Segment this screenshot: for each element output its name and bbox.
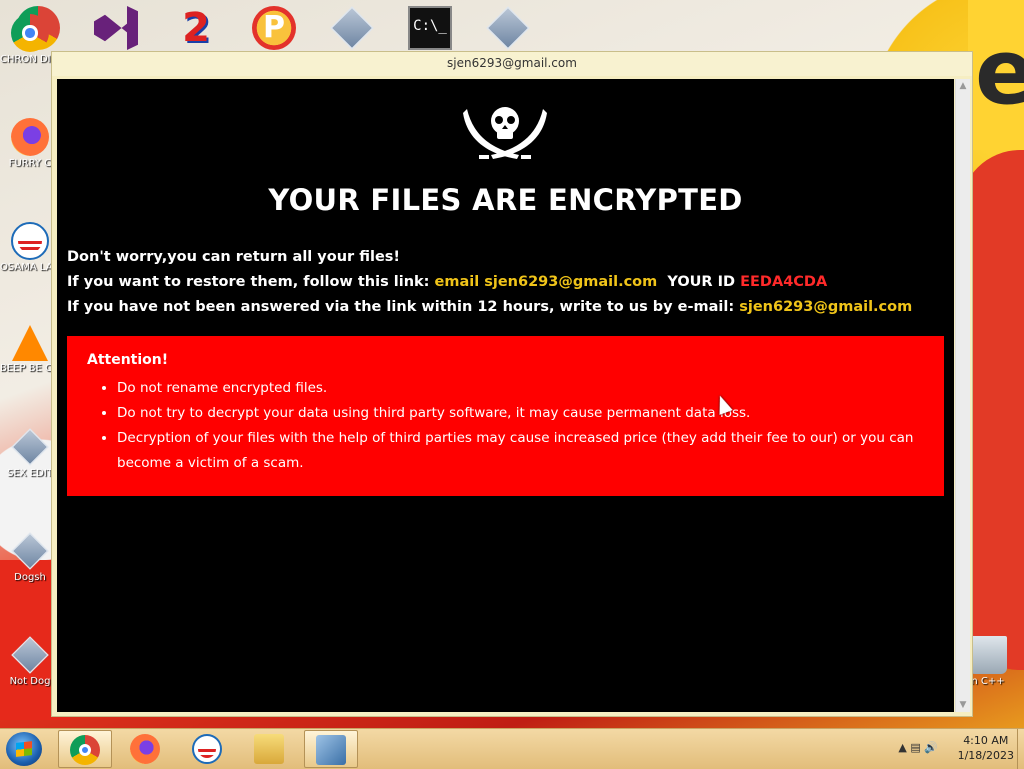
desktop-icon-p[interactable]: P — [248, 6, 300, 54]
taskbar-installer[interactable] — [304, 730, 358, 768]
vlc-icon — [12, 325, 48, 361]
taskbar-explorer[interactable] — [242, 730, 296, 768]
firefox-icon — [11, 118, 49, 156]
chrome-icon — [11, 14, 49, 52]
start-button[interactable] — [6, 732, 42, 766]
file-icon — [486, 6, 530, 50]
firefox-icon — [130, 734, 160, 764]
window-title: sjen6293@gmail.com — [52, 52, 972, 76]
two-icon: 2 — [182, 5, 210, 51]
contact-email-link[interactable]: email sjen6293@gmail.com — [435, 274, 658, 290]
desktop-icon-cmd[interactable]: C:\_ — [404, 6, 456, 54]
attention-title: Attention! — [87, 352, 169, 368]
taskbar-obama[interactable] — [180, 730, 234, 768]
cmd-icon: C:\_ — [408, 6, 452, 50]
ransom-window[interactable]: sjen6293@gmail.com YOUR FILES ARE ENCRYP… — [51, 51, 973, 717]
tray-arrow-icon[interactable]: ▲ — [898, 741, 906, 754]
attention-box: Attention! Do not rename encrypted files… — [67, 336, 944, 496]
ransom-line-1: Don't worry,you can return all your file… — [67, 249, 401, 265]
obama-icon — [11, 222, 49, 260]
taskbar-chrome[interactable] — [58, 730, 112, 768]
ransom-line-2: If you want to restore them, follow this… — [67, 274, 827, 290]
backup-email-link[interactable]: sjen6293@gmail.com — [739, 299, 912, 315]
clock-date: 1/18/2023 — [957, 749, 1014, 762]
installer-icon — [316, 735, 346, 765]
vertical-scrollbar[interactable]: ▲ ▼ — [955, 79, 970, 712]
taskbar: ▲ ▤ 🔊 4:10 AM 1/18/2023 — [0, 728, 1024, 769]
folder-icon — [254, 734, 284, 764]
file-icon — [330, 6, 374, 50]
attention-item: Decryption of your files with the help o… — [117, 426, 924, 476]
file-icon — [11, 532, 49, 570]
file-icon — [11, 636, 49, 674]
ransom-line-3: If you have not been answered via the li… — [67, 299, 912, 315]
desktop-icon-file-top2[interactable] — [482, 6, 534, 54]
clock[interactable]: 4:10 AM 1/18/2023 — [958, 733, 1014, 763]
system-tray: ▲ ▤ 🔊 — [898, 741, 938, 754]
desktop-icon-visual-studio[interactable] — [90, 6, 142, 54]
file-icon — [11, 428, 49, 466]
ransom-line-2-prefix: If you want to restore them, follow this… — [67, 274, 435, 290]
your-id-label: YOUR ID — [657, 274, 741, 290]
attention-list: Do not rename encrypted files. Do not tr… — [87, 376, 924, 476]
pirate-skull-icon — [463, 107, 547, 159]
attention-item: Do not try to decrypt your data using th… — [117, 401, 924, 426]
visual-studio-icon — [94, 6, 138, 50]
attention-item: Do not rename encrypted files. — [117, 376, 924, 401]
scroll-up-arrow-icon[interactable]: ▲ — [958, 81, 968, 91]
windows-logo-icon — [16, 741, 32, 757]
desktop-icon-file-top1[interactable] — [326, 6, 378, 54]
desktop-icon-two[interactable]: 2 — [170, 6, 222, 54]
show-desktop-button[interactable] — [1017, 729, 1024, 769]
scroll-down-arrow-icon[interactable]: ▼ — [958, 700, 968, 710]
wallpaper-letter: e — [975, 20, 1024, 125]
ransom-headline: YOUR FILES ARE ENCRYPTED — [268, 183, 743, 217]
chrome-icon — [70, 735, 100, 765]
clock-time: 4:10 AM — [963, 734, 1009, 747]
ransom-content: YOUR FILES ARE ENCRYPTED Don't worry,you… — [57, 79, 954, 712]
victim-id-value: EEDA4CDA — [740, 274, 828, 290]
recycle-bin-icon — [969, 636, 1007, 674]
p-icon: P — [252, 6, 296, 50]
ransom-line-3-prefix: If you have not been answered via the li… — [67, 299, 740, 315]
network-icon[interactable]: ▤ — [910, 741, 920, 754]
obama-icon — [192, 734, 222, 764]
volume-icon[interactable]: 🔊 — [924, 741, 938, 754]
taskbar-firefox[interactable] — [118, 730, 172, 768]
